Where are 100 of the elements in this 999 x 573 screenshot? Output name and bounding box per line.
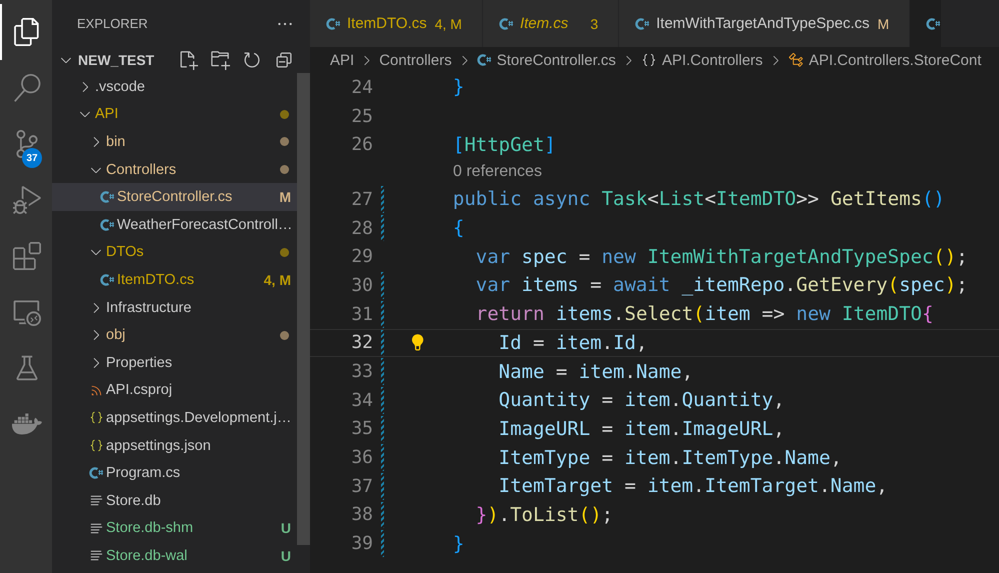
file-name: Store.db-shm xyxy=(106,520,194,536)
csharp-file-icon xyxy=(100,272,114,287)
file-name: API.csproj xyxy=(106,382,172,398)
method-name: GetItems xyxy=(830,188,922,210)
keyword: public async xyxy=(452,188,592,210)
tree-item[interactable]: obj xyxy=(52,321,297,349)
panel-title: EXPLORER xyxy=(77,16,148,31)
punctuation: = xyxy=(589,274,603,296)
tree-item[interactable]: Store.db xyxy=(52,486,297,514)
line-number: 38 xyxy=(350,504,373,526)
csharp-file-icon xyxy=(498,16,514,30)
bracket: ) xyxy=(487,504,499,526)
identifier: Quantity xyxy=(682,389,774,412)
file-name: ItemDTO.cs xyxy=(117,272,194,288)
identifier: item xyxy=(704,303,750,326)
count-badge: 37 xyxy=(22,148,42,168)
bracket: } xyxy=(474,504,488,526)
tree-item[interactable]: Program.cs xyxy=(52,459,297,487)
type-name: ItemWithTargetAndTypeSpec xyxy=(647,246,934,268)
tree-item[interactable]: API xyxy=(52,100,297,128)
punctuation: . xyxy=(784,274,796,296)
punctuation: , xyxy=(636,332,648,354)
line-number: 31 xyxy=(350,304,373,325)
file-name: obj xyxy=(106,327,126,344)
breadcrumb-item[interactable]: API.Controllers xyxy=(662,52,763,68)
csharp-file-icon xyxy=(100,218,114,232)
line-number: 28 xyxy=(350,218,373,239)
file-name: StoreController.cs xyxy=(117,189,232,206)
method-name: Select xyxy=(624,303,694,326)
punctuation: . xyxy=(693,475,705,498)
identifier: Name xyxy=(636,360,682,383)
tree-item[interactable]: DTOs xyxy=(52,238,297,266)
line-number: 30 xyxy=(350,274,373,296)
identifier: item xyxy=(624,446,670,469)
git-status: U xyxy=(280,520,291,536)
identifier: item xyxy=(556,332,602,354)
punctuation: . xyxy=(670,446,682,469)
identifier: Quantity xyxy=(498,389,590,412)
csharp-file-icon xyxy=(476,53,492,67)
tree-item[interactable]: Infrastructure xyxy=(52,294,297,322)
type-name: ItemDTO xyxy=(842,303,922,326)
punctuation: . xyxy=(773,446,785,469)
folder-section-header[interactable]: NEW_TEST xyxy=(58,52,154,68)
code-lens[interactable]: 0 references xyxy=(310,159,999,186)
type-name: ItemDTO xyxy=(716,188,796,210)
tree-item[interactable]: Store.db-wal U xyxy=(52,542,297,570)
identifier: items xyxy=(522,274,579,296)
type-name: List xyxy=(658,188,705,210)
tree-item[interactable]: StoreController.cs M xyxy=(52,183,297,211)
bug-play-icon[interactable] xyxy=(13,186,41,214)
tree-item[interactable]: Properties xyxy=(52,348,297,377)
editor-tab[interactable] xyxy=(910,0,942,47)
tree-item[interactable]: appsettings.json xyxy=(52,432,297,460)
tree-item[interactable]: appsettings.Development.j… xyxy=(52,404,297,432)
identifier: item xyxy=(647,475,694,498)
editor-tab[interactable]: Item.cs 3 xyxy=(482,0,620,47)
identifier: item xyxy=(578,360,624,383)
punctuation: = xyxy=(600,418,614,440)
line-number: 34 xyxy=(350,390,373,411)
punctuation: . xyxy=(670,418,682,440)
punctuation: = xyxy=(554,360,568,383)
csharp-file-icon xyxy=(326,16,341,30)
scrollbar[interactable] xyxy=(297,73,310,545)
search-icon[interactable] xyxy=(13,74,41,102)
method-name: GetEvery xyxy=(796,274,888,296)
punctuation: = xyxy=(532,332,546,354)
breadcrumb-item[interactable]: StoreController.cs xyxy=(496,52,616,68)
tree-item[interactable]: bin xyxy=(52,128,297,156)
tree-item[interactable]: ItemDTO.cs 4, M xyxy=(52,266,297,294)
breadcrumb-item[interactable]: API xyxy=(330,52,354,68)
braces-icon xyxy=(88,410,104,426)
breadcrumb-item[interactable]: API.Controllers.StoreCont xyxy=(808,52,982,68)
punctuation: . xyxy=(818,475,830,498)
breadcrumb-item[interactable]: Controllers xyxy=(379,52,452,68)
extensions-icon[interactable] xyxy=(13,242,41,270)
bracket: () xyxy=(922,188,945,210)
line-number: 29 xyxy=(350,246,373,268)
punctuation: . xyxy=(670,389,682,412)
identifier: Id xyxy=(498,332,522,354)
tree-item[interactable]: Store.db-shm U xyxy=(52,514,297,542)
files-icon[interactable] xyxy=(13,18,41,46)
tree-item[interactable]: WeatherForecastControll… xyxy=(52,210,297,239)
editor-tab[interactable]: ItemWithTargetAndTypeSpec.cs M xyxy=(619,0,910,47)
keyword: var xyxy=(474,246,512,268)
type-name: HttpGet xyxy=(464,134,544,156)
punctuation: . xyxy=(613,303,624,326)
bracket: } xyxy=(452,532,464,555)
braces-icon xyxy=(88,438,104,454)
tree-item[interactable]: API.csproj xyxy=(52,376,297,404)
tree-item[interactable]: Controllers xyxy=(52,156,297,184)
bracket: ( xyxy=(693,303,705,326)
csharp-file-icon xyxy=(100,190,114,204)
monitor-icon[interactable] xyxy=(13,298,41,326)
identifier: ItemTarget xyxy=(498,475,614,498)
identifier: ImageURL xyxy=(682,418,774,440)
identifier: ItemType xyxy=(498,446,590,469)
tree-item[interactable]: .vscode xyxy=(52,73,297,101)
editor-tab[interactable]: ItemDTO.cs 4, M xyxy=(310,0,483,47)
keyword: return xyxy=(474,303,546,326)
punctuation: , xyxy=(830,446,842,469)
